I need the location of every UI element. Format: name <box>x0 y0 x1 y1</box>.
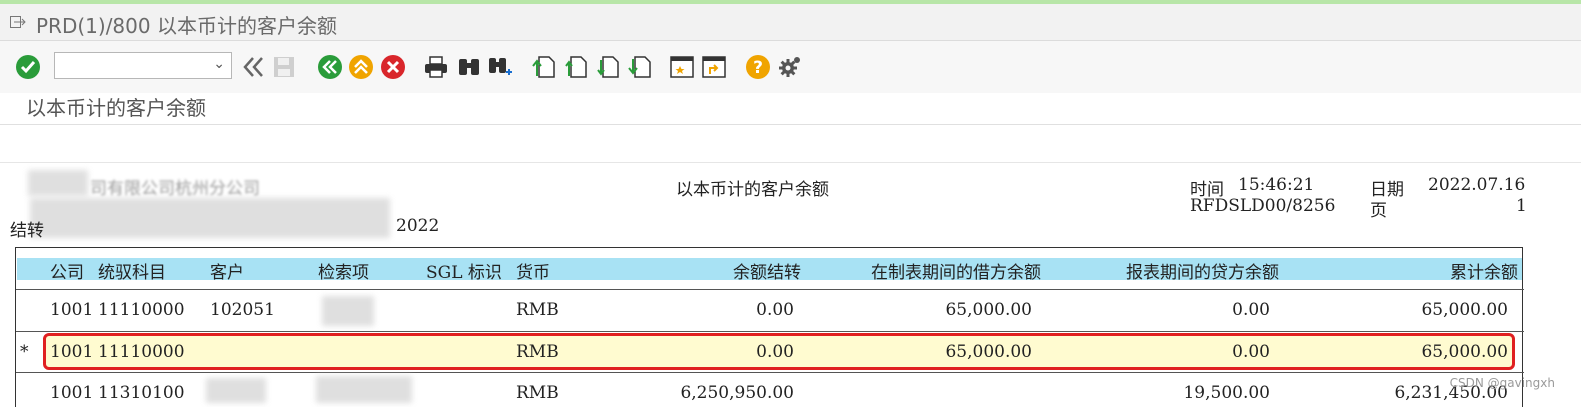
page-title: 以本币计的客户余额 <box>26 96 206 120</box>
cell-debit[interactable]: 19,500.00 <box>1183 383 1270 403</box>
cancel-icon[interactable] <box>379 53 407 81</box>
page-label: 页 <box>1370 201 1387 221</box>
title-bar: PRD(1)/800 以本币计的客户余额 <box>0 4 1581 41</box>
cell-company[interactable]: 1001 <box>50 342 93 362</box>
help-icon[interactable]: ? <box>744 53 772 81</box>
cell-credit[interactable]: 0.00 <box>1232 300 1270 320</box>
back-icon[interactable] <box>240 53 268 81</box>
cell-debit[interactable]: 65,000.00 <box>945 300 1032 320</box>
cell-customer[interactable]: 102051 <box>210 300 275 320</box>
divider <box>0 124 1581 125</box>
next-page-icon[interactable] <box>594 53 622 81</box>
cell-account[interactable]: 11110000 <box>98 342 185 362</box>
report-year: 2022 <box>396 216 440 236</box>
col-sgl[interactable]: SGL 标识 <box>426 258 502 283</box>
command-field[interactable]: ⌄ <box>54 52 232 79</box>
redacted-area <box>206 378 266 403</box>
cell-credit[interactable]: 0.00 <box>1232 342 1270 362</box>
svg-text:?: ? <box>753 58 763 78</box>
watermark: CSDN @gavingxh <box>1449 376 1555 390</box>
settings-icon[interactable] <box>776 53 804 81</box>
previous-page-icon[interactable] <box>562 53 590 81</box>
divider <box>0 162 1581 163</box>
date-value: 2022.07.16 <box>1428 175 1526 195</box>
header-divider <box>16 289 1524 290</box>
redacted-area <box>28 170 88 196</box>
redacted-area <box>322 296 374 326</box>
col-company[interactable]: 公司 <box>50 258 84 283</box>
col-credit[interactable]: 报表期间的贷方余额 <box>1126 258 1279 283</box>
window-menu-icon[interactable] <box>10 16 26 28</box>
company-name: 司有限公司杭州分公司 <box>90 179 260 199</box>
col-currency[interactable]: 货币 <box>516 258 550 283</box>
system-toolbar: ⌄ ? <box>0 41 1581 93</box>
total-marker: * <box>20 342 29 362</box>
cell-carry[interactable]: 0.00 <box>756 342 794 362</box>
cell-carry[interactable]: 6,250,950.00 <box>680 383 794 403</box>
shortcut-icon[interactable] <box>700 53 728 81</box>
cell-currency[interactable]: RMB <box>516 342 559 362</box>
time-value: 15:46:21 <box>1238 175 1315 195</box>
cell-company[interactable]: 1001 <box>50 383 93 403</box>
col-customer[interactable]: 客户 <box>210 258 244 283</box>
last-page-icon[interactable] <box>626 53 654 81</box>
carry-forward-label: 结转 <box>10 221 44 241</box>
redacted-area <box>30 198 390 238</box>
cell-carry[interactable]: 0.00 <box>756 300 794 320</box>
cell-currency[interactable]: RMB <box>516 300 559 320</box>
cell-account[interactable]: 11110000 <box>98 300 185 320</box>
redacted-area <box>316 376 412 403</box>
program-id: RFDSLD00/8256 <box>1190 196 1336 216</box>
col-carry[interactable]: 余额结转 <box>733 258 801 283</box>
first-page-icon[interactable] <box>530 53 558 81</box>
cell-account[interactable]: 11310100 <box>98 383 185 403</box>
back-green-icon[interactable] <box>316 53 344 81</box>
save-icon[interactable] <box>270 53 298 81</box>
col-total[interactable]: 累计余额 <box>1450 258 1518 283</box>
find-next-icon[interactable] <box>486 53 514 81</box>
cell-currency[interactable]: RMB <box>516 383 559 403</box>
create-session-icon[interactable] <box>668 53 696 81</box>
find-icon[interactable] <box>455 53 483 81</box>
chevron-down-icon[interactable]: ⌄ <box>213 56 225 72</box>
cell-total[interactable]: 65,000.00 <box>1421 342 1508 362</box>
exit-icon[interactable] <box>347 53 375 81</box>
cell-debit[interactable]: 65,000.00 <box>945 342 1032 362</box>
row-divider <box>16 331 1524 332</box>
enter-icon[interactable] <box>14 53 42 81</box>
cell-total[interactable]: 65,000.00 <box>1421 300 1508 320</box>
page-number: 1 <box>1516 196 1527 216</box>
cell-company[interactable]: 1001 <box>50 300 93 320</box>
col-search[interactable]: 检索项 <box>318 258 369 283</box>
window-title: PRD(1)/800 以本币计的客户余额 <box>36 14 337 38</box>
report-title: 以本币计的客户余额 <box>676 180 829 200</box>
print-icon[interactable] <box>422 53 450 81</box>
row-divider <box>16 372 1524 373</box>
col-account[interactable]: 统驭科目 <box>98 258 166 283</box>
col-debit[interactable]: 在制表期间的借方余额 <box>871 258 1041 283</box>
